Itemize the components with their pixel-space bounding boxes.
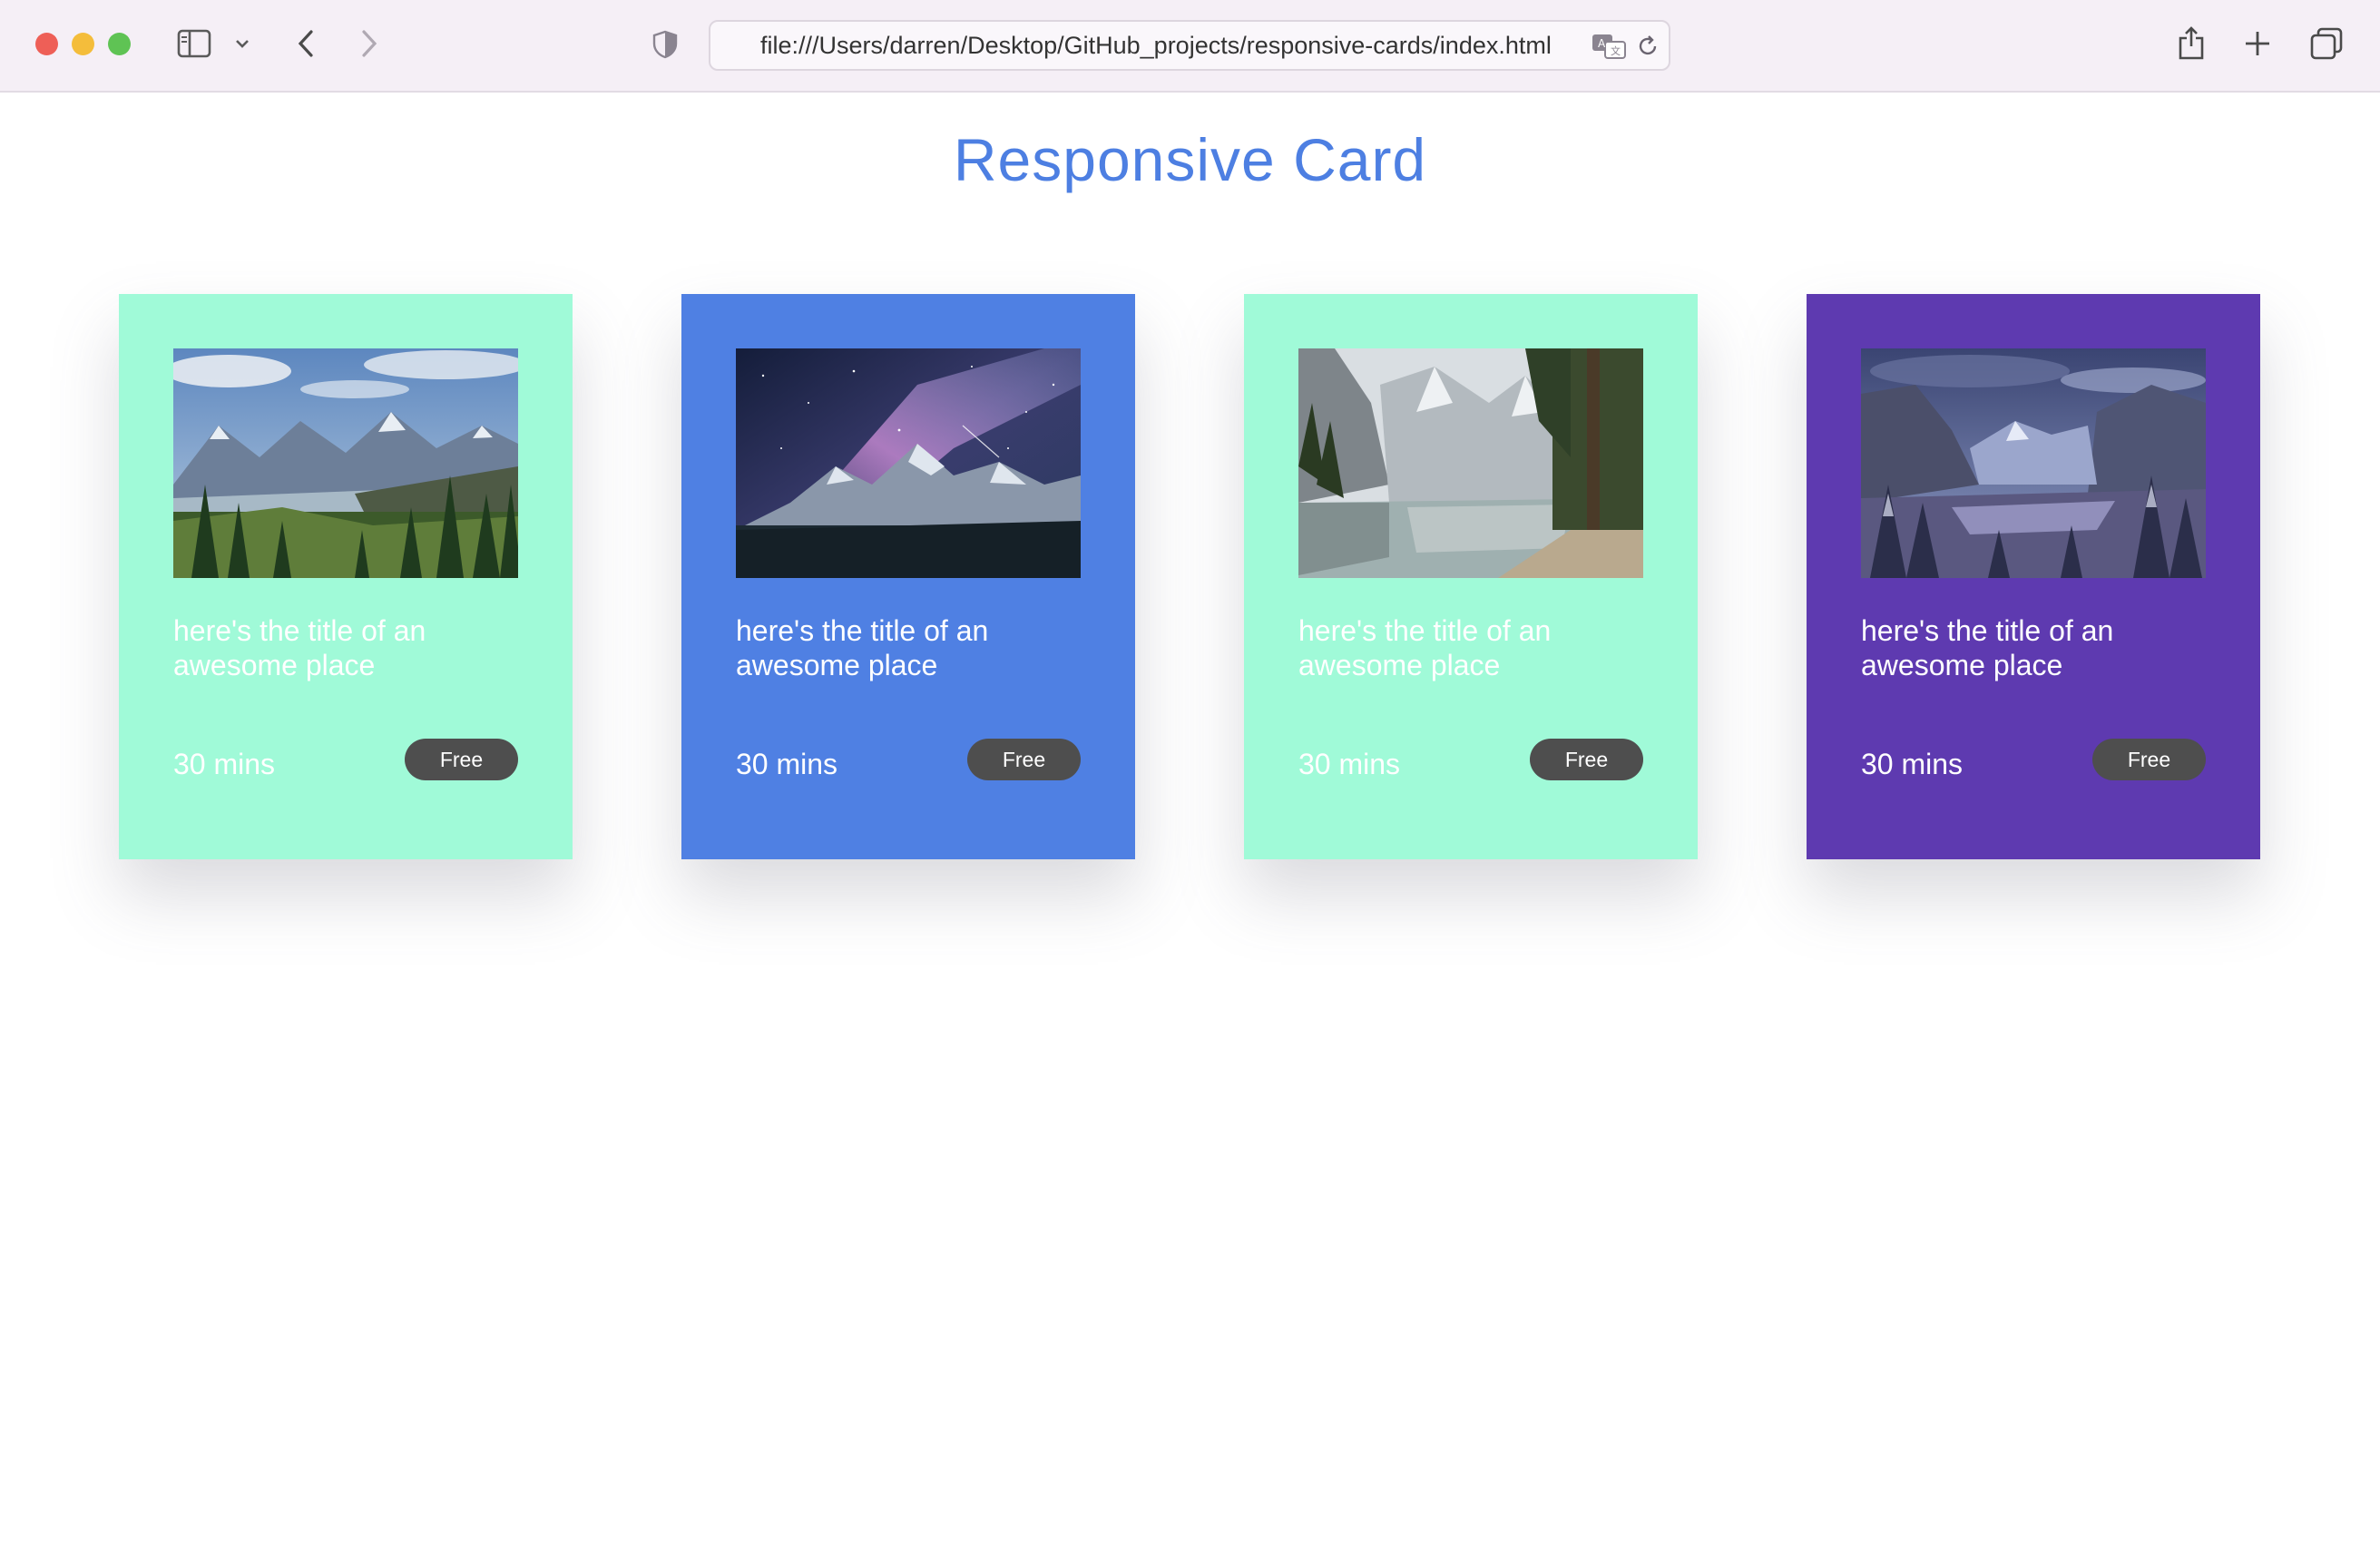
card[interactable]: here's the title of an awesome place 30 … bbox=[681, 294, 1135, 859]
card-title[interactable]: here's the title of an awesome place bbox=[173, 613, 518, 682]
card-image-snowy-valley bbox=[1861, 348, 2206, 578]
card-duration: 30 mins bbox=[1861, 748, 1964, 780]
sidebar-icon[interactable] bbox=[176, 27, 212, 60]
translate-icon[interactable]: A文 bbox=[1591, 31, 1627, 62]
svg-text:文: 文 bbox=[1611, 44, 1621, 57]
page-title: Responsive Card bbox=[953, 126, 1427, 193]
browser-toolbar: file:///Users/darren/Desktop/GitHub_proj… bbox=[0, 0, 2380, 93]
card[interactable]: here's the title of an awesome place 30 … bbox=[119, 294, 573, 859]
close-window-icon[interactable] bbox=[35, 33, 58, 55]
card-duration: 30 mins bbox=[1298, 748, 1401, 780]
card[interactable]: here's the title of an awesome place 30 … bbox=[1807, 294, 2260, 859]
chevron-down-icon[interactable] bbox=[232, 34, 252, 53]
maximize-window-icon[interactable] bbox=[108, 33, 131, 55]
card-title[interactable]: here's the title of an awesome place bbox=[1298, 613, 1643, 682]
tab-overview-icon[interactable] bbox=[2310, 27, 2343, 60]
reload-icon[interactable] bbox=[1634, 33, 1661, 60]
card-image-night-sky bbox=[736, 348, 1081, 578]
minimize-window-icon[interactable] bbox=[72, 33, 94, 55]
new-tab-icon[interactable] bbox=[2243, 29, 2272, 58]
card-duration: 30 mins bbox=[736, 748, 838, 780]
back-icon[interactable] bbox=[292, 27, 319, 60]
share-icon[interactable] bbox=[2176, 24, 2207, 62]
url-text[interactable]: file:///Users/darren/Desktop/GitHub_proj… bbox=[760, 22, 1552, 69]
forward-icon[interactable] bbox=[356, 27, 383, 60]
card[interactable]: here's the title of an awesome place 30 … bbox=[1244, 294, 1698, 859]
card-duration: 30 mins bbox=[173, 748, 276, 780]
price-badge[interactable]: Free bbox=[1530, 739, 1643, 780]
price-badge[interactable]: Free bbox=[405, 739, 518, 780]
card-title[interactable]: here's the title of an awesome place bbox=[1861, 613, 2206, 682]
svg-text:A: A bbox=[1598, 37, 1606, 50]
card-image-mountain-valley bbox=[173, 348, 518, 578]
privacy-shield-icon[interactable] bbox=[650, 29, 681, 60]
card-image-alpine-lake bbox=[1298, 348, 1643, 578]
card-title[interactable]: here's the title of an awesome place bbox=[736, 613, 1081, 682]
price-badge[interactable]: Free bbox=[967, 739, 1081, 780]
price-badge[interactable]: Free bbox=[2092, 739, 2206, 780]
address-bar[interactable]: file:///Users/darren/Desktop/GitHub_proj… bbox=[709, 20, 1670, 71]
